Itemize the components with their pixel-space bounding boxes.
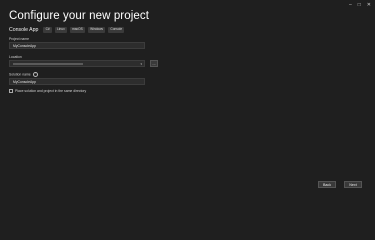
- close-icon[interactable]: ✕: [367, 2, 371, 8]
- tag-macos: macOS: [69, 27, 85, 33]
- same-directory-option[interactable]: Place solution and project in the same d…: [9, 89, 86, 93]
- window-controls: – □ ✕: [349, 2, 371, 8]
- solution-name-label: Solution name i: [9, 72, 38, 77]
- minimize-icon[interactable]: –: [349, 2, 352, 8]
- project-name-label: Project name: [9, 37, 29, 41]
- tag-console: Console: [108, 27, 125, 33]
- template-info: Console App C# Linux macOS Windows Conso…: [9, 27, 125, 33]
- info-icon[interactable]: i: [32, 72, 38, 77]
- location-input[interactable]: ▾: [9, 60, 145, 67]
- page-title: Configure your new project: [9, 10, 150, 22]
- back-button[interactable]: Back: [318, 181, 336, 188]
- same-directory-label: Place solution and project in the same d…: [15, 89, 87, 93]
- project-name-value: MyConsoleApp: [13, 44, 36, 48]
- same-directory-checkbox[interactable]: [9, 89, 13, 93]
- solution-name-input[interactable]: MyConsoleApp: [9, 78, 145, 85]
- location-path-redacted: [13, 63, 83, 65]
- template-name: Console App: [9, 27, 39, 33]
- maximize-icon[interactable]: □: [358, 2, 361, 8]
- solution-name-label-text: Solution name: [9, 72, 31, 77]
- chevron-down-icon[interactable]: ▾: [140, 61, 142, 67]
- tag-windows: Windows: [87, 27, 106, 33]
- location-label: Location: [9, 55, 22, 59]
- browse-button[interactable]: ...: [150, 60, 158, 67]
- project-name-input[interactable]: MyConsoleApp: [9, 42, 145, 49]
- next-button[interactable]: Next: [344, 181, 362, 188]
- tag-language: C#: [43, 27, 52, 33]
- solution-name-value: MyConsoleApp: [13, 80, 36, 84]
- tag-linux: Linux: [54, 27, 67, 33]
